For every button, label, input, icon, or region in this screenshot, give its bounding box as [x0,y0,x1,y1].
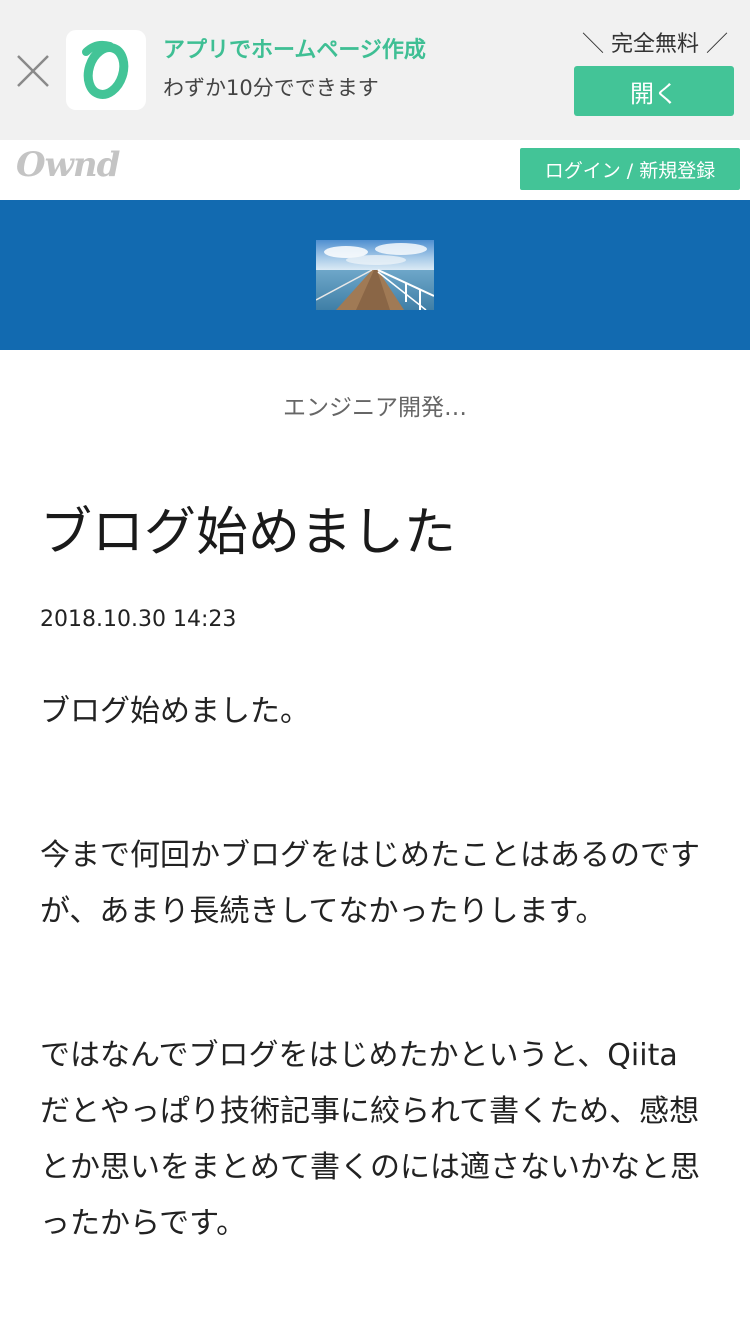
article-title: ブログ始めました [40,503,457,563]
site-header: Ownd ログイン / 新規登録 [0,140,750,200]
article-date: 2018.10.30 14:23 [40,607,237,632]
free-badge: ＼ 完全無料 ／ [582,32,728,57]
blog-header-hero [0,200,750,350]
banner-title: アプリでホームページ作成 [163,38,426,63]
banner-subtitle: わずか10分でできます [163,76,379,100]
close-icon[interactable] [14,52,52,90]
open-app-button[interactable]: 開く [574,66,734,116]
pier-image[interactable] [316,240,434,310]
article-paragraph: ではなんでブログをはじめたかというと、Qiitaだとやっぱり技術記事に絞られて書… [40,1038,700,1241]
app-install-banner: アプリでホームページ作成 わずか10分でできます ＼ 完全無料 ／ 開く [0,0,750,140]
article-body: ブログ始めました。 今まで何回かブログをはじめたことはあるのですが、あまり長続き… [40,684,700,1252]
article-paragraph: ブログ始めました。 [40,694,310,729]
blog-name[interactable]: エンジニア開発… [0,388,750,422]
article-paragraph: 今まで何回かブログをはじめたことはあるのですが、あまり長続きしてなかったりします… [40,838,700,929]
owned-app-icon[interactable] [66,30,146,110]
login-signup-button[interactable]: ログイン / 新規登録 [520,148,740,190]
owned-logo[interactable]: Ownd [16,145,120,185]
